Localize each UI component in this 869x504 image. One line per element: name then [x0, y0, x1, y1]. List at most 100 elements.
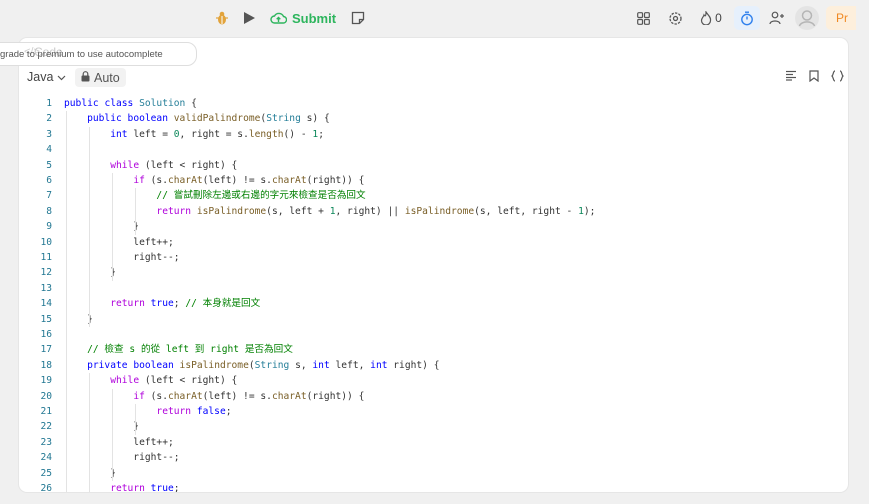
code-line[interactable]: 2 public boolean validPalindrome(String …	[19, 111, 848, 126]
code-token: return	[110, 483, 151, 492]
code-line[interactable]: 26 return true;	[19, 481, 848, 492]
line-code: right--;	[64, 450, 179, 465]
code-token: charAt	[271, 175, 307, 186]
line-number: 15	[40, 313, 52, 325]
code-line[interactable]: 6 if (s.charAt(left) != s.charAt(right))…	[19, 173, 848, 188]
streak-counter[interactable]: 0	[696, 6, 726, 30]
code-token: ;	[173, 483, 180, 492]
line-code: return true;	[64, 481, 180, 492]
line-code: if (s.charAt(left) != s.charAt(right)) {	[64, 173, 364, 188]
code-line[interactable]: 17 // 檢查 s 的從 left 到 right 是否為回文	[19, 342, 848, 357]
code-token: (s.	[150, 390, 168, 402]
line-code: left++;	[64, 235, 173, 250]
code-line[interactable]: 1 public class Solution {	[19, 96, 848, 111]
add-user-icon[interactable]	[764, 6, 790, 30]
code-line[interactable]: 15 }	[19, 312, 848, 327]
premium-button[interactable]: Pr	[826, 6, 856, 30]
language-select[interactable]: Java	[27, 70, 66, 84]
line-number: 7	[46, 190, 52, 202]
code-token: public	[87, 113, 128, 125]
chevron-down-icon	[57, 70, 66, 84]
line-number: 10	[40, 236, 52, 248]
code-token: true	[150, 483, 174, 492]
code-line[interactable]: 7 // 嘗試刪除左邊或右邊的字元來檢查是否為回文	[19, 188, 848, 203]
line-number: 8	[46, 205, 52, 217]
code-line[interactable]: 16	[19, 327, 848, 342]
code-line[interactable]: 24 right--;	[19, 450, 848, 465]
code-line[interactable]: 14 return true; // 本身就是回文	[19, 296, 848, 311]
code-line[interactable]: 4	[19, 142, 848, 157]
auto-mode-button[interactable]: Auto	[75, 68, 126, 87]
code-line[interactable]: 9 }	[19, 219, 848, 234]
line-code: return true; // 本身就是回文	[64, 296, 260, 311]
line-number: 20	[40, 390, 52, 402]
fire-count: 0	[715, 11, 722, 25]
line-number: 2	[46, 113, 52, 125]
code-token: s) {	[306, 113, 330, 125]
line-code: left++;	[64, 435, 173, 450]
code-token: right) {	[393, 359, 440, 371]
code-token: s,	[295, 359, 313, 371]
line-number: 24	[40, 452, 52, 464]
line-number: 26	[40, 483, 52, 492]
upgrade-premium-notice[interactable]: grade to premium to use autocomplete	[0, 49, 163, 60]
code-token: return	[110, 298, 151, 310]
code-token: (right)) {	[306, 390, 365, 402]
code-token: isPalindrome	[196, 205, 267, 217]
code-line[interactable]: 10 left++;	[19, 235, 848, 250]
indent-guide	[112, 388, 114, 481]
code-token: left,	[335, 359, 371, 371]
line-number: 14	[40, 298, 52, 310]
code-token: // 檢查 s 的從 left 到 right 是否為回文	[87, 344, 293, 356]
code-line[interactable]: 13	[19, 281, 848, 296]
line-number: 3	[46, 128, 52, 140]
format-lines-icon[interactable]	[785, 70, 797, 85]
code-line[interactable]: 11 right--;	[19, 250, 848, 265]
code-line[interactable]: 18 private boolean isPalindrome(String s…	[19, 358, 848, 373]
avatar-icon[interactable]	[795, 6, 819, 30]
code-editor[interactable]: 1 public class Solution {2 public boolean…	[19, 96, 848, 492]
code-token: Solution	[139, 98, 192, 109]
code-line[interactable]: 23 left++;	[19, 435, 848, 450]
code-token: (right)) {	[306, 175, 365, 186]
layout-icon[interactable]	[632, 6, 654, 30]
code-line[interactable]: 21 return false;	[19, 404, 848, 419]
code-line[interactable]: 19 while (left < right) {	[19, 373, 848, 388]
language-label: Java	[27, 70, 54, 84]
line-number: 13	[40, 282, 52, 294]
bookmark-icon[interactable]	[809, 70, 819, 85]
code-line[interactable]: 22 }	[19, 419, 848, 434]
debug-icon[interactable]	[210, 6, 234, 30]
line-code: private boolean isPalindrome(String s, i…	[64, 358, 440, 373]
code-line[interactable]: 5 while (left < right) {	[19, 158, 848, 173]
line-number: 19	[40, 375, 52, 387]
code-line[interactable]: 20 if (s.charAt(left) != s.charAt(right)…	[19, 389, 848, 404]
timer-icon[interactable]	[734, 6, 760, 30]
indent-guide	[66, 111, 67, 492]
code-line[interactable]: 25 }	[19, 466, 848, 481]
submit-button[interactable]: Submit	[266, 6, 340, 30]
curly-braces-icon[interactable]	[830, 70, 845, 85]
code-token: (s, left +	[266, 205, 330, 217]
code-token: int	[312, 359, 336, 371]
code-token: return	[156, 205, 197, 217]
run-icon[interactable]	[238, 6, 260, 30]
code-token: int	[370, 359, 394, 371]
code-line[interactable]: 8 return isPalindrome(s, left + 1, right…	[19, 204, 848, 219]
line-code: public boolean validPalindrome(String s)…	[64, 111, 330, 126]
code-line[interactable]: 3 int left = 0, right = s.length() - 1;	[19, 127, 848, 142]
code-token: , right) ||	[335, 205, 405, 217]
code-token: length	[248, 128, 284, 140]
code-line[interactable]: 12 }	[19, 265, 848, 280]
note-icon[interactable]	[347, 6, 369, 30]
gear-icon[interactable]	[664, 6, 686, 30]
auto-label: Auto	[94, 70, 120, 85]
line-code: }	[64, 419, 139, 434]
